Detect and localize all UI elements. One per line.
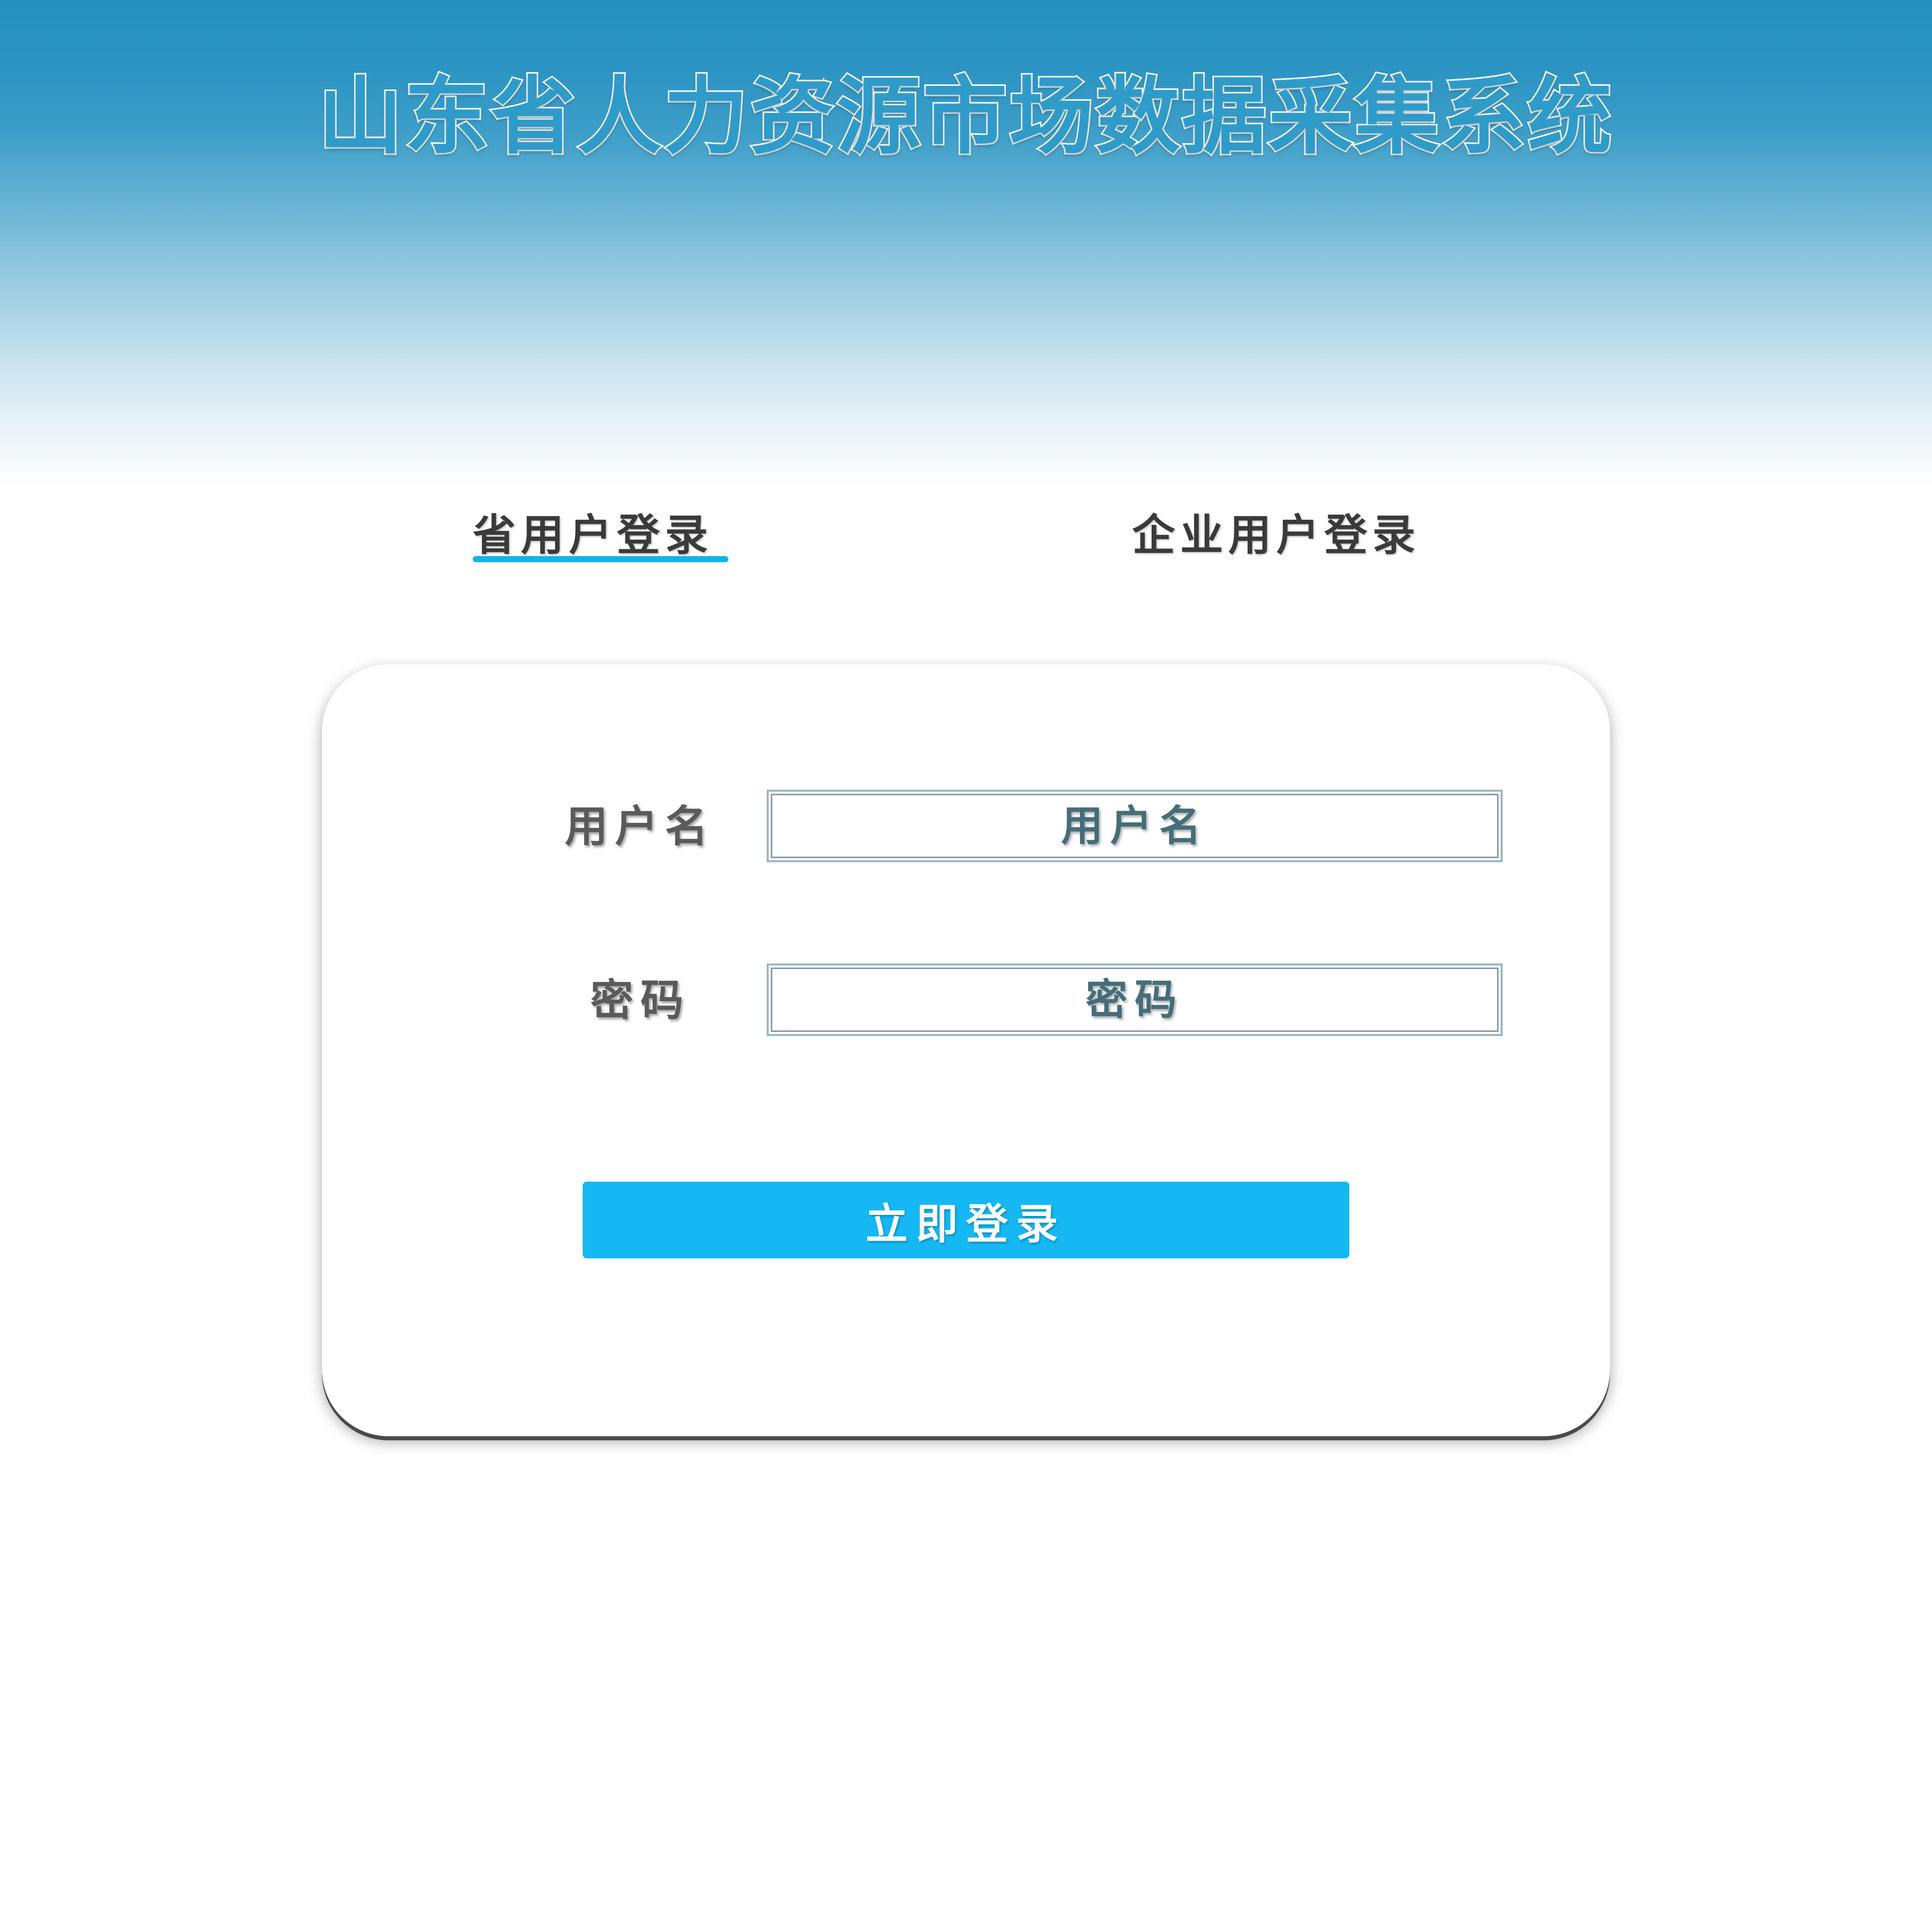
login-button[interactable]: 立即登录	[583, 1182, 1349, 1258]
active-tab-indicator	[473, 556, 728, 562]
tab-enterprise-user-login[interactable]: 企业用户登录	[1132, 501, 1420, 563]
login-type-tabs: 省用户登录 企业用户登录	[0, 491, 1932, 572]
username-field-frame	[767, 790, 1503, 862]
password-field-frame	[767, 963, 1503, 1036]
username-input[interactable]	[769, 792, 1501, 860]
login-card: 用户名 密码 立即登录	[322, 664, 1610, 1436]
password-label: 密码	[590, 975, 691, 1025]
username-label: 用户名	[565, 801, 716, 852]
password-input[interactable]	[769, 965, 1501, 1034]
page-title: 山东省人力资源市场数据采集系统	[317, 66, 1614, 167]
tab-provincial-user-login[interactable]: 省用户登录	[473, 501, 713, 563]
